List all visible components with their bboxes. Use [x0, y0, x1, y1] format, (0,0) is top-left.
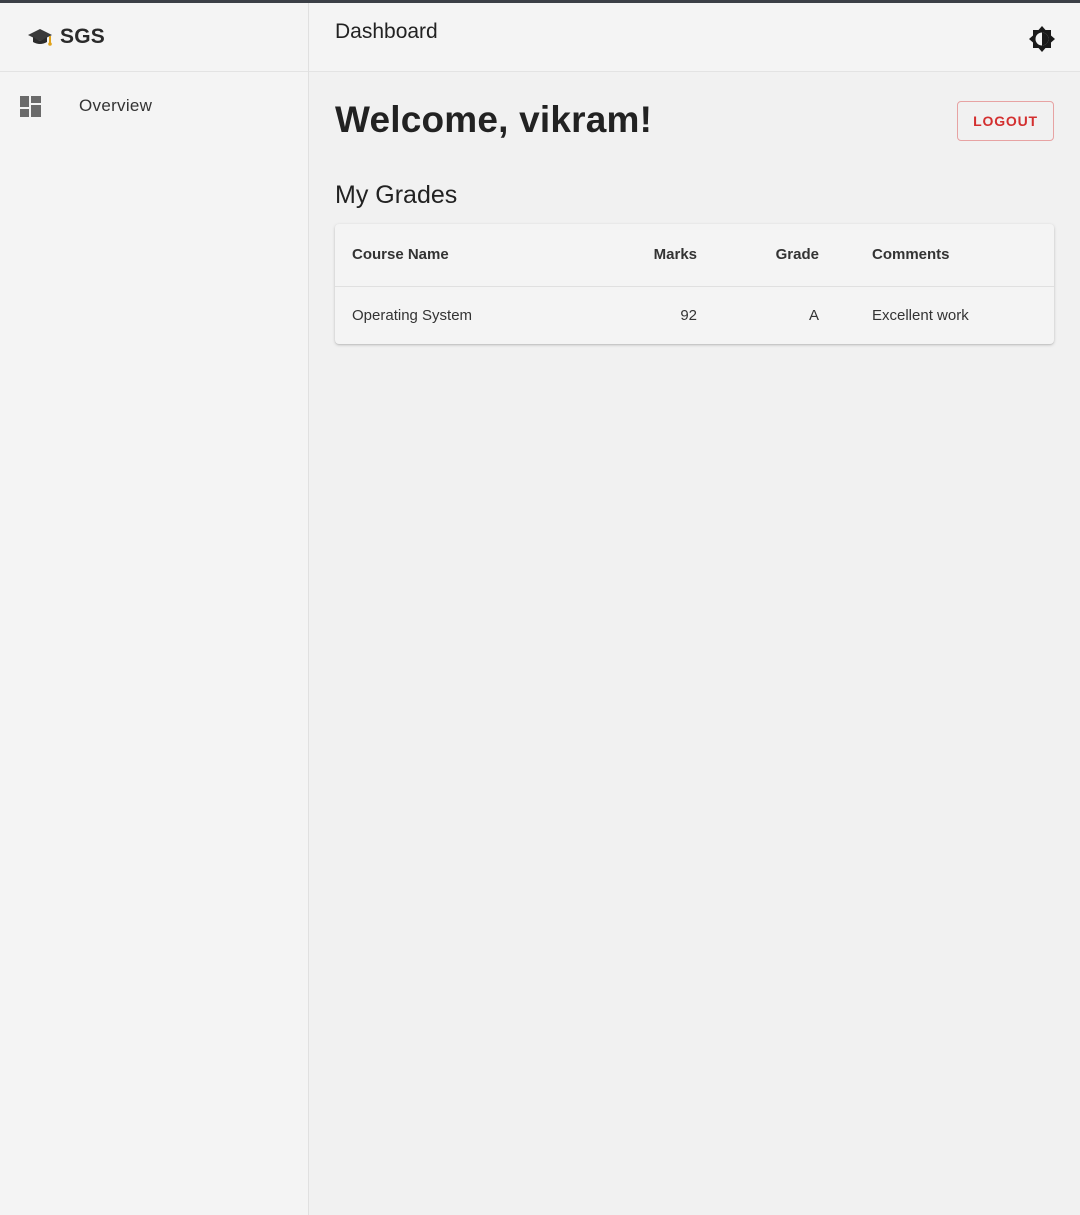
- dashboard-icon: [20, 95, 41, 117]
- brand[interactable]: SGS: [0, 3, 308, 72]
- section-title: My Grades: [335, 181, 458, 209]
- cell-comments: Excellent work: [872, 306, 969, 324]
- welcome-heading: Welcome, vikram!: [335, 99, 653, 140]
- grades-table: Course Name Marks Grade Comments Operati…: [335, 224, 1054, 344]
- cell-course-name: Operating System: [352, 306, 473, 324]
- welcome-row: Welcome, vikram! LOGOUT: [335, 99, 1054, 141]
- grades-table-card: Course Name Marks Grade Comments Operati…: [335, 224, 1054, 344]
- sidebar-item-overview[interactable]: Overview: [0, 72, 308, 140]
- brand-name: SGS: [60, 25, 105, 48]
- table-row: Operating System 92 A Excellent work: [335, 286, 1054, 344]
- cell-grade: A: [808, 306, 819, 324]
- column-header-comments: Comments: [836, 224, 1054, 287]
- sidebar: SGS Overview: [0, 3, 309, 1215]
- sidebar-item-label: Overview: [79, 96, 153, 115]
- top-app-bar: Dashboard: [309, 3, 1080, 72]
- page-title: Dashboard: [335, 20, 438, 43]
- logout-button[interactable]: LOGOUT: [957, 101, 1054, 141]
- cell-marks: 92: [680, 306, 697, 324]
- column-header-marks: Marks: [594, 224, 714, 287]
- column-header-course-name: Course Name: [335, 224, 594, 287]
- theme-toggle-icon[interactable]: [1028, 25, 1056, 53]
- graduation-cap-icon: [27, 26, 53, 48]
- table-header-row: Course Name Marks Grade Comments: [335, 224, 1054, 287]
- column-header-grade: Grade: [714, 224, 836, 287]
- main-content: Welcome, vikram! LOGOUT My Grades Course…: [335, 72, 1054, 344]
